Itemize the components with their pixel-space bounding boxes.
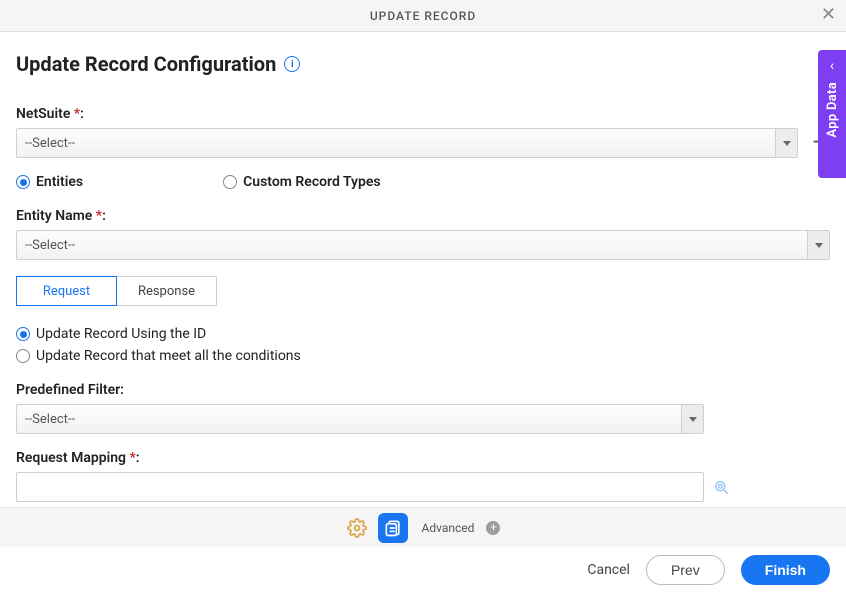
add-advanced-icon[interactable]: +	[486, 521, 500, 535]
entity-name-select-value: --Select--	[17, 238, 807, 253]
page-title-row: Update Record Configuration i	[16, 52, 830, 76]
radio-update-by-conditions-label: Update Record that meet all the conditio…	[36, 348, 301, 364]
request-mapping-label: Request Mapping *:	[16, 450, 830, 466]
preview-icon[interactable]	[712, 478, 730, 496]
netsuite-select[interactable]: --Select--	[16, 128, 798, 158]
info-icon[interactable]: i	[284, 56, 300, 72]
radio-custom-types[interactable]: Custom Record Types	[223, 174, 380, 190]
predefined-filter-label: Predefined Filter:	[16, 382, 830, 398]
dialog-content: Update Record Configuration i NetSuite *…	[0, 32, 846, 502]
radio-icon	[16, 349, 30, 363]
update-mode-radios: Update Record Using the ID Update Record…	[16, 326, 830, 364]
dialog-title: UPDATE RECORD	[370, 9, 476, 23]
request-mapping-row	[16, 472, 830, 502]
entity-name-select[interactable]: --Select--	[16, 230, 830, 260]
radio-icon	[16, 327, 30, 341]
advanced-label: Advanced	[422, 521, 475, 535]
req-resp-tabs: Request Response	[16, 276, 830, 306]
netsuite-row: --Select-- +	[16, 128, 830, 158]
dialog-footer: Advanced + Cancel Prev Finish	[0, 507, 846, 593]
radio-update-by-conditions[interactable]: Update Record that meet all the conditio…	[16, 348, 830, 364]
gear-icon[interactable]	[346, 517, 368, 539]
chevron-down-icon	[807, 231, 829, 259]
radio-entities-label: Entities	[36, 174, 83, 190]
cancel-button[interactable]: Cancel	[587, 562, 630, 578]
chevron-left-icon: ‹	[830, 58, 834, 74]
finish-button[interactable]: Finish	[741, 555, 830, 585]
entity-name-row: --Select--	[16, 230, 830, 260]
predefined-filter-value: --Select--	[17, 412, 681, 427]
predefined-filter-row: --Select--	[16, 404, 830, 434]
tab-response[interactable]: Response	[116, 276, 217, 306]
predefined-filter-select[interactable]: --Select--	[16, 404, 704, 434]
radio-update-by-id-label: Update Record Using the ID	[36, 326, 206, 342]
footer-buttons: Cancel Prev Finish	[0, 547, 846, 593]
app-data-label: App Data	[825, 82, 840, 138]
radio-entities[interactable]: Entities	[16, 174, 83, 190]
entity-name-label: Entity Name *:	[16, 208, 830, 224]
request-mapping-input[interactable]	[16, 472, 704, 502]
record-type-radios: Entities Custom Record Types	[16, 174, 830, 190]
page-title: Update Record Configuration	[16, 52, 276, 76]
tab-request[interactable]: Request	[16, 276, 117, 306]
radio-icon	[16, 175, 30, 189]
prev-button[interactable]: Prev	[646, 555, 725, 585]
chevron-down-icon	[775, 129, 797, 157]
dialog-header: UPDATE RECORD ✕	[0, 0, 846, 32]
netsuite-label: NetSuite *:	[16, 106, 830, 122]
radio-custom-label: Custom Record Types	[243, 174, 380, 190]
netsuite-select-value: --Select--	[17, 136, 775, 151]
chevron-down-icon	[681, 405, 703, 433]
app-data-panel-toggle[interactable]: ‹ App Data	[818, 50, 846, 178]
radio-icon	[223, 175, 237, 189]
close-icon[interactable]: ✕	[821, 6, 836, 24]
footer-toolbar: Advanced +	[0, 507, 846, 547]
clipboard-icon[interactable]	[378, 513, 408, 543]
radio-update-by-id[interactable]: Update Record Using the ID	[16, 326, 830, 342]
